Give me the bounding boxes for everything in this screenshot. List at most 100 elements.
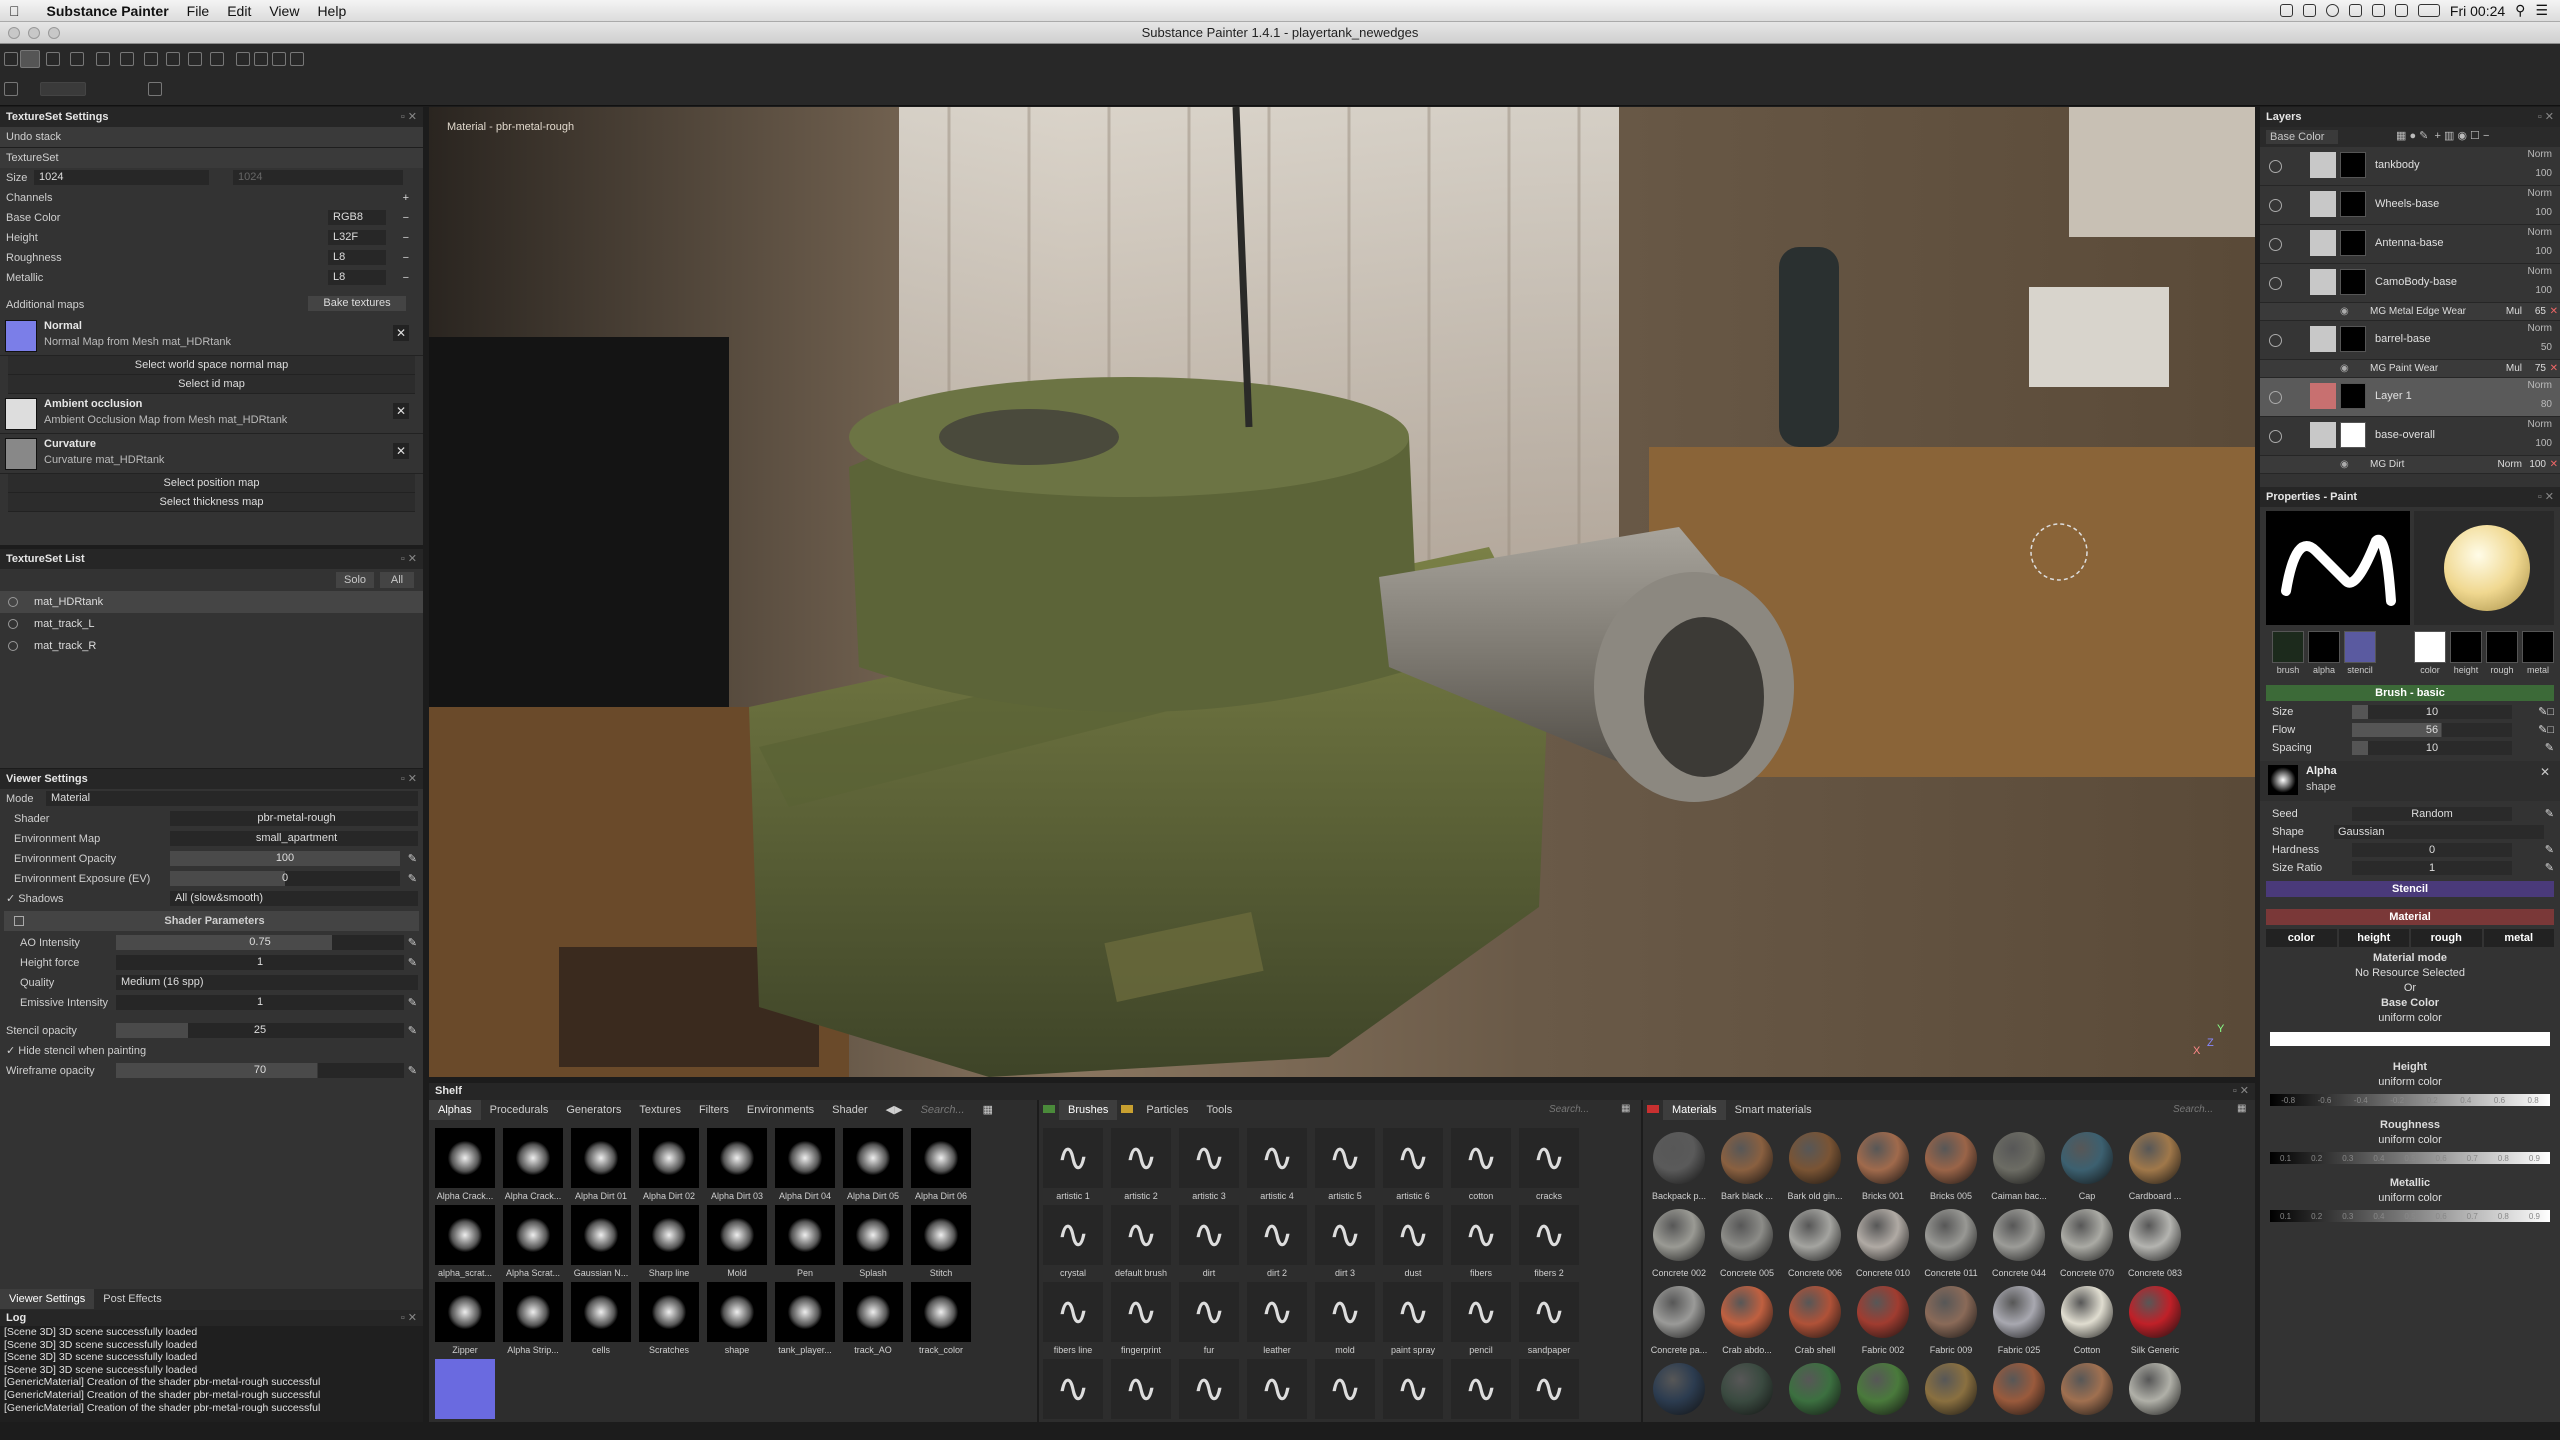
visibility-eye-icon[interactable] [2269,430,2282,443]
edit-icon[interactable]: ✎ [408,849,417,869]
alpha-item[interactable]: Pen [771,1203,839,1280]
visibility-eye-icon[interactable] [2269,277,2282,290]
remove-alpha-icon[interactable]: ✕ [2540,765,2550,779]
volume-icon[interactable] [2394,4,2408,17]
slot-color-thumbnail[interactable] [2414,631,2446,663]
panel-close-icon[interactable]: ▫ ✕ [401,769,417,789]
eraser-tool-icon[interactable] [46,52,60,66]
remove-channel-icon[interactable]: − [403,228,409,248]
select-thickness-map-button[interactable]: Select thickness map [8,493,415,512]
tab-shader[interactable]: Shader [823,1100,876,1120]
bluetooth-icon[interactable] [2348,4,2362,17]
close-window-button[interactable] [8,27,20,39]
material-item[interactable]: Silk Generic [2121,1280,2189,1357]
panel-close-icon[interactable]: ▫ ✕ [2233,1083,2249,1100]
material-item[interactable]: Concrete 010 [1849,1203,1917,1280]
effect-visibility-icon[interactable]: ◉ [2340,456,2349,474]
effect-blend-mode[interactable]: Mul [2506,303,2522,321]
time-machine-icon[interactable] [2325,4,2339,17]
panel-close-icon[interactable]: ▫ ✕ [401,549,417,569]
app-menu[interactable]: Substance Painter [29,3,178,19]
slot-height-thumbnail[interactable] [2450,631,2482,663]
alpha-item[interactable]: tank_player... [771,1280,839,1357]
material-item[interactable]: Cap [2053,1126,2121,1203]
alpha-item[interactable]: Alpha Crack... [499,1126,567,1203]
alphas-search-input[interactable]: Search... [912,1100,974,1120]
alpha-item[interactable]: Mold [703,1203,771,1280]
tab-smart-materials[interactable]: Smart materials [1726,1100,1821,1120]
brush-item[interactable]: ∿ fibers line [1039,1280,1107,1357]
alpha-item[interactable]: shape [703,1280,771,1357]
material-item[interactable]: Crab abdo... [1713,1280,1781,1357]
edit-icon[interactable]: ✎□ [2538,703,2554,721]
alpha-item[interactable]: cells [567,1280,635,1357]
layer-blend-mode[interactable]: Norm [2528,188,2552,199]
layer-opacity[interactable]: 100 [2535,246,2552,257]
visibility-eye-icon[interactable] [2269,391,2282,404]
remove-map-icon[interactable]: ✕ [393,403,409,419]
roughness-value-slider[interactable]: 0.1 0.2 0.3 0.4 0.5 0.6 0.7 0.8 0.9 [2270,1152,2550,1164]
visibility-eye-icon[interactable] [2269,238,2282,251]
chip-rough[interactable]: rough [2411,929,2482,947]
alpha-item[interactable]: Alpha Dirt 06 [907,1126,975,1203]
remove-map-icon[interactable]: ✕ [393,443,409,459]
layer-blend-mode[interactable]: Norm [2528,419,2552,430]
tab-filters[interactable]: Filters [690,1100,738,1120]
all-button[interactable]: All [380,572,414,588]
material-item[interactable]: Bricks 001 [1849,1126,1917,1203]
effect-row[interactable]: ◉ MG Metal Edge Wear Mul 65 ✕ [2260,303,2560,321]
layer-opacity[interactable]: 50 [2541,342,2552,353]
edit-icon[interactable]: ✎ [408,933,417,953]
symmetry-icon[interactable] [210,52,224,66]
layer-row[interactable]: Antenna-base Norm 100 [2260,225,2560,264]
shader-params-header[interactable]: Shader Parameters [4,911,419,931]
material-item[interactable]: Bricks 005 [1917,1126,1985,1203]
tab-procedurals[interactable]: Procedurals [481,1100,558,1120]
chip-color[interactable]: color [2266,929,2337,947]
brush-item[interactable]: ∿ [1447,1357,1515,1422]
clock[interactable]: Fri 00:24 [2450,3,2505,19]
effect-visibility-icon[interactable]: ◉ [2340,303,2349,321]
alpha-item[interactable]: Splash [839,1203,907,1280]
remove-effect-icon[interactable]: ✕ [2550,303,2558,321]
collapse-icon[interactable] [14,916,24,926]
ao-intensity-slider[interactable]: 0.75 [116,935,404,950]
material-item[interactable]: Bark black ... [1713,1126,1781,1203]
size-select[interactable]: 1024 [34,170,209,185]
layer-channel-select[interactable]: Base Color [2266,130,2338,144]
channel-format-select[interactable]: L8 [328,250,386,265]
brush-item[interactable]: ∿ cotton [1447,1126,1515,1203]
panel-close-icon[interactable]: ▫ ✕ [2538,107,2554,127]
brush-basic-header[interactable]: Brush - basic [2266,685,2554,701]
visibility-icon[interactable] [8,597,18,607]
material-item[interactable] [1849,1357,1917,1422]
alpha-thumbnail[interactable] [2268,765,2298,795]
edit-icon[interactable]: ✎ [2545,841,2554,859]
tab-scroll-arrows-icon[interactable]: ◀▶ [877,1100,912,1120]
material-item[interactable]: Concrete 002 [1645,1203,1713,1280]
checkbox-icon[interactable]: ✓ [6,893,15,905]
menu-help[interactable]: Help [308,3,355,19]
apple-icon[interactable]:  [0,3,29,19]
edit-icon[interactable]: ✎ [2545,805,2554,823]
brush-item[interactable]: ∿ fingerprint [1107,1280,1175,1357]
select-world-normal-button[interactable]: Select world space normal map [8,356,415,375]
effect-opacity[interactable]: 100 [2529,456,2546,474]
zoom-window-button[interactable] [48,27,60,39]
brush-item[interactable]: ∿ [1515,1357,1583,1422]
visibility-icon[interactable] [8,641,18,651]
mode-select[interactable]: Material [46,791,418,806]
slot-alpha-thumbnail[interactable] [2308,631,2340,663]
select-position-map-button[interactable]: Select position map [8,474,415,493]
textureset-item[interactable]: mat_HDRtank [0,591,423,613]
brush-item[interactable]: ∿ cracks [1515,1126,1583,1203]
alpha-item[interactable]: Stitch [907,1203,975,1280]
material-item[interactable]: Concrete pa... [1645,1280,1713,1357]
clone-tool-icon[interactable] [144,52,158,66]
edit-icon[interactable]: ✎ [408,869,417,889]
layer-row[interactable]: Layer 1 Norm 80 [2260,378,2560,417]
size-select-secondary[interactable]: 1024 [233,170,403,185]
alpha-item[interactable]: Zipper [431,1280,499,1357]
brush-item[interactable]: ∿ leather [1243,1280,1311,1357]
layer-opacity[interactable]: 80 [2541,399,2552,410]
